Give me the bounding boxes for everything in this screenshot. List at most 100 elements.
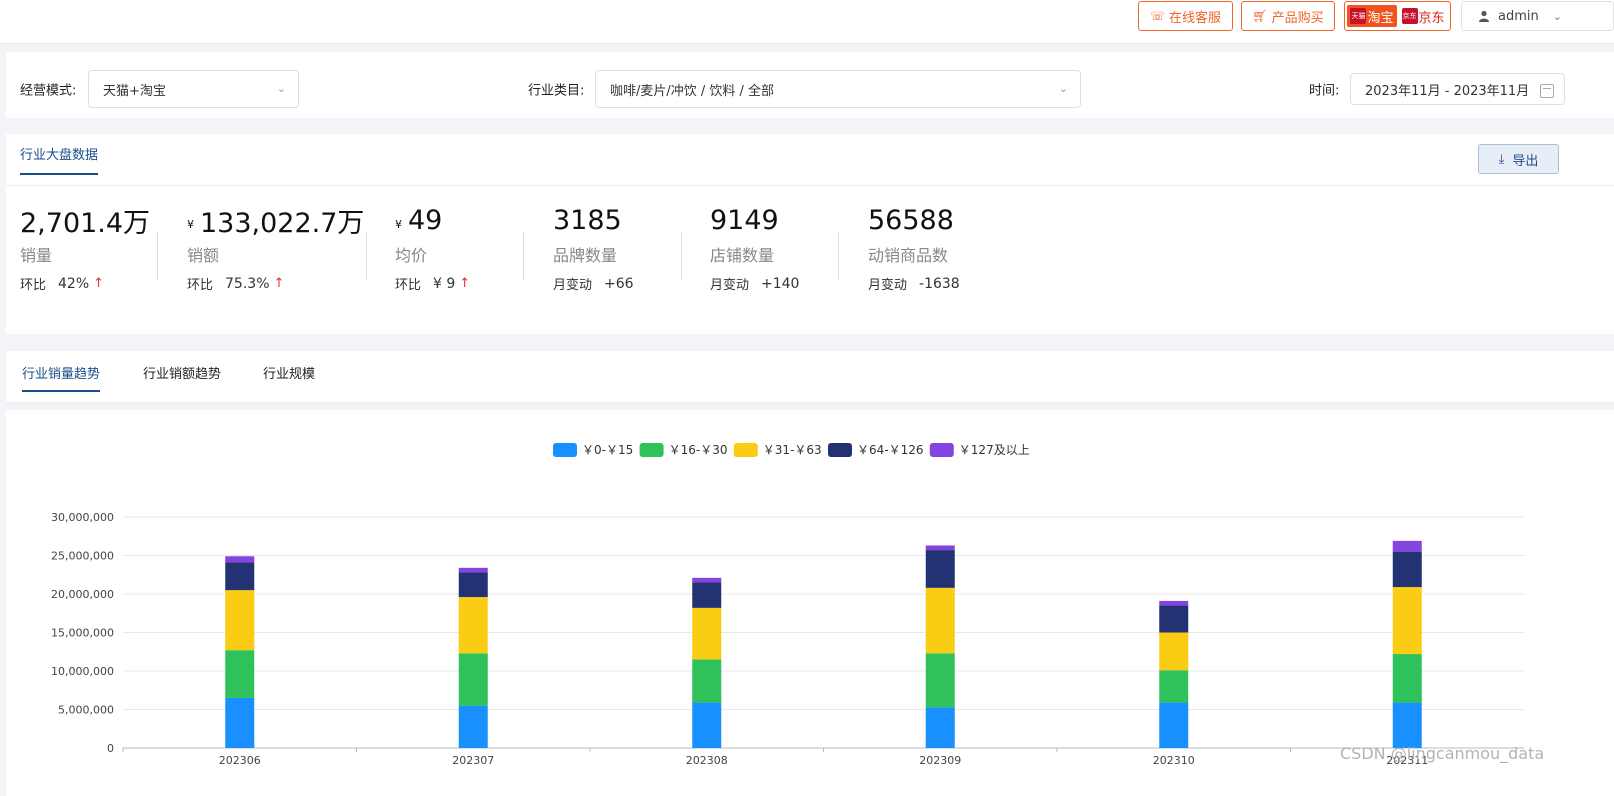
tmall-badge-icon: 天猫 (1350, 8, 1367, 24)
mode-label: 经营模式: (20, 83, 77, 99)
product-purchase-button[interactable]: 🛒︎ 产品购买 (1241, 1, 1335, 31)
legend-label: ￥127及以上 (959, 443, 1030, 457)
jd-badge-icon: 京东 (1401, 8, 1418, 24)
legend-swatch (639, 443, 664, 457)
bar-segment (692, 582, 722, 608)
kpi-value: 3185 (553, 200, 634, 240)
kpi-change-value: -1638 (919, 275, 960, 292)
kpi-number: 9149 (710, 204, 779, 236)
top-bar: ☏ 在线客服 🛒︎ 产品购买 天猫 淘宝 京东 京东 admin ⌄ (0, 0, 1614, 44)
kpi-number: 3185 (553, 204, 622, 236)
user-menu[interactable]: admin ⌄ (1461, 1, 1614, 31)
legend-swatch (553, 443, 577, 457)
x-tick-label: 202307 (452, 754, 494, 767)
tab-sales-amount-trend[interactable]: 行业销额趋势 (143, 363, 221, 390)
divider (157, 232, 158, 280)
tab-sales-volume-trend[interactable]: 行业销量趋势 (22, 363, 101, 392)
time-value: 2023年11月 - 2023年11月 (1365, 83, 1530, 99)
mode-value: 天猫+淘宝 (103, 83, 166, 99)
bar-segment (1392, 551, 1422, 588)
kpi-name: 均价 (395, 246, 428, 265)
stacked-bar-chart: 0 5,000,000 10,000,000 15,000,000 20,000,000… (51, 443, 1524, 767)
jd-label: 京东 (1418, 10, 1445, 26)
kpi-number: 133,022.7万 (200, 207, 365, 239)
export-label: 导出 (1512, 153, 1539, 169)
kpi-number: 49 (408, 204, 443, 236)
bar-segment (692, 607, 722, 660)
kpi-change-label: 月变动 (868, 278, 908, 293)
arrow-up-icon: ↑ (459, 276, 471, 291)
chevron-down-icon: ⌄ (1552, 9, 1562, 23)
legend-label: ￥64-￥126 (857, 443, 924, 457)
bar-segment (458, 572, 488, 598)
kpi-active-products: 56588 动销商品数 月变动 -1638 (868, 200, 960, 294)
bar-segment (1159, 600, 1189, 606)
platform-switch[interactable]: 天猫 淘宝 京东 京东 (1344, 1, 1451, 31)
bar-segment (1392, 540, 1422, 552)
industry-label: 行业类目: (528, 83, 585, 99)
time-label: 时间: (1309, 83, 1340, 99)
industry-select[interactable]: 咖啡/麦片/冲饮 / 饮料 / 全部 ⌄ (595, 70, 1081, 108)
export-button[interactable]: ⤓ 导出 (1478, 144, 1559, 174)
bar-segment (1159, 605, 1189, 633)
kpi-number: 56588 (868, 204, 954, 236)
bar-segment (458, 705, 488, 748)
online-service-button[interactable]: ☏ 在线客服 (1138, 1, 1233, 31)
kpi-name: 品牌数量 (553, 246, 618, 265)
bar-segment (1159, 702, 1189, 748)
y-tick-label: 30,000,000 (51, 511, 114, 524)
online-service-label: 在线客服 (1169, 10, 1222, 26)
chevron-down-icon: ⌄ (276, 82, 286, 95)
bar-segment (692, 577, 722, 583)
bar-segment (225, 590, 255, 651)
bar-segment (925, 587, 955, 654)
divider (681, 232, 682, 280)
kpi-number: 2,701.4万 (20, 207, 151, 239)
kpi-change-label: 月变动 (553, 278, 593, 293)
kpi-sales-amount: ¥133,022.7万 销额 环比 75.3% ↑ (187, 200, 365, 294)
kpi-change-label: 环比 (395, 278, 422, 293)
jd-logo[interactable]: 京东 京东 (1398, 5, 1448, 27)
divider (523, 232, 524, 280)
kpi-name: 销量 (20, 246, 53, 265)
y-tick-label: 15,000,000 (51, 627, 114, 640)
bar-segment (225, 562, 255, 591)
kpi-store-count: 9149 店铺数量 月变动 +140 (710, 200, 799, 294)
divider (6, 185, 1614, 186)
chart-tabs: 行业销量趋势 行业销额趋势 行业规模 (6, 351, 1614, 403)
legend-swatch (929, 443, 954, 457)
product-purchase-label: 产品购买 (1271, 10, 1324, 26)
divider (366, 232, 367, 280)
chart-panel: 0 5,000,000 10,000,000 15,000,000 20,000,000… (6, 410, 1614, 796)
bar-segment (458, 567, 488, 573)
bar-segment (925, 545, 955, 551)
kpi-value: 2,701.4万 (20, 200, 150, 240)
legend-label: ￥0-￥15 (582, 443, 633, 457)
calendar-icon (1540, 84, 1554, 98)
taobao-logo[interactable]: 天猫 淘宝 (1347, 5, 1397, 27)
x-tick-label: 202306 (219, 754, 261, 767)
bar-segment (458, 653, 488, 706)
y-tick-label: 0 (107, 742, 114, 755)
kpi-change-label: 月变动 (710, 278, 750, 293)
tab-industry-overview[interactable]: 行业大盘数据 (20, 144, 99, 175)
bar-segment (1159, 632, 1189, 671)
bar-segment (692, 702, 722, 748)
x-tick-label: 202309 (919, 754, 961, 767)
tab-industry-scale[interactable]: 行业规模 (263, 363, 315, 390)
kpi-value: 56588 (868, 200, 960, 240)
bar-segment (925, 653, 955, 708)
bar-segment (1159, 670, 1189, 703)
x-tick-label: 202308 (686, 754, 728, 767)
kpi-change-value: +66 (604, 275, 634, 292)
bar-segment (458, 597, 488, 654)
taobao-label: 淘宝 (1367, 10, 1394, 26)
bar-segment (225, 556, 255, 563)
headset-icon: ☏ (1149, 9, 1165, 23)
time-range-picker[interactable]: 2023年11月 - 2023年11月 (1350, 73, 1565, 105)
legend-label: ￥16-￥30 (669, 443, 728, 457)
bar-segment (1392, 587, 1422, 655)
bar-segment (225, 697, 255, 748)
kpi-name: 店铺数量 (710, 246, 775, 265)
mode-select[interactable]: 天猫+淘宝 ⌄ (88, 70, 299, 108)
